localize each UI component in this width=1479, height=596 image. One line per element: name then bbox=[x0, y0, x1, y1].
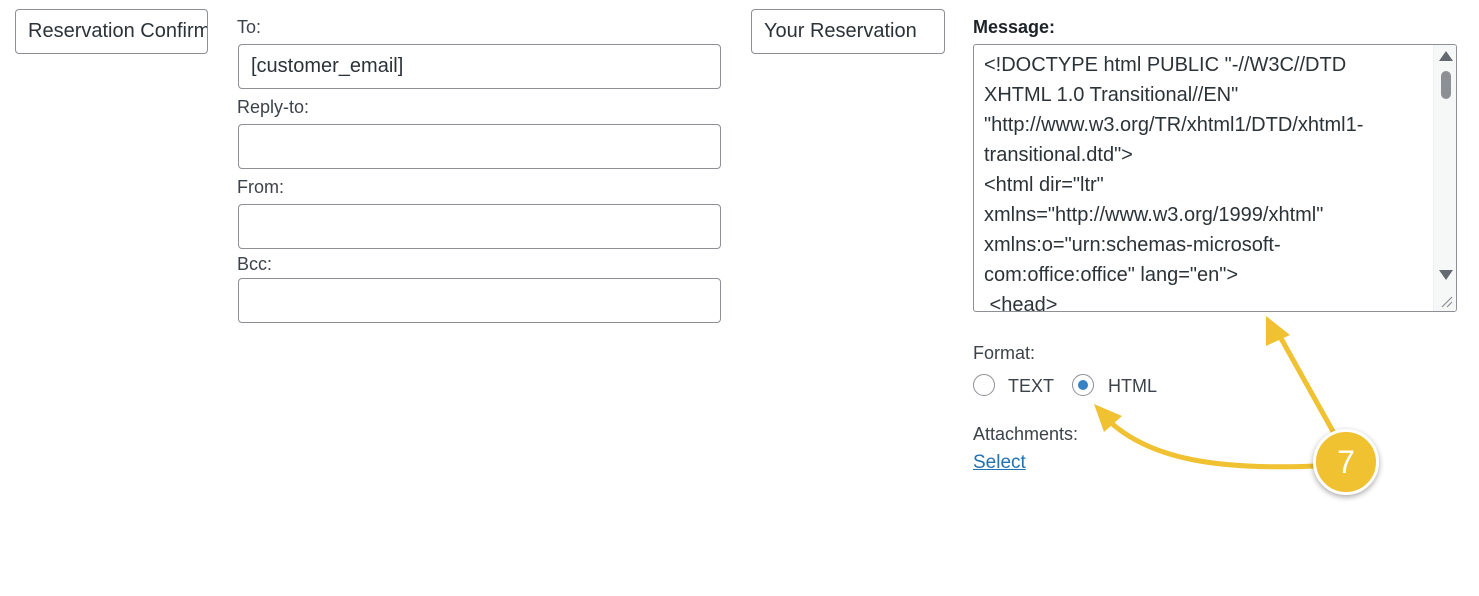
step-number: 7 bbox=[1337, 443, 1355, 480]
annotation-arrows bbox=[1094, 316, 1338, 470]
arrow-to-html bbox=[1105, 417, 1318, 470]
arrowhead-message bbox=[1266, 316, 1290, 346]
arrow-to-message bbox=[1275, 330, 1338, 438]
step-badge: 7 bbox=[1313, 429, 1379, 495]
